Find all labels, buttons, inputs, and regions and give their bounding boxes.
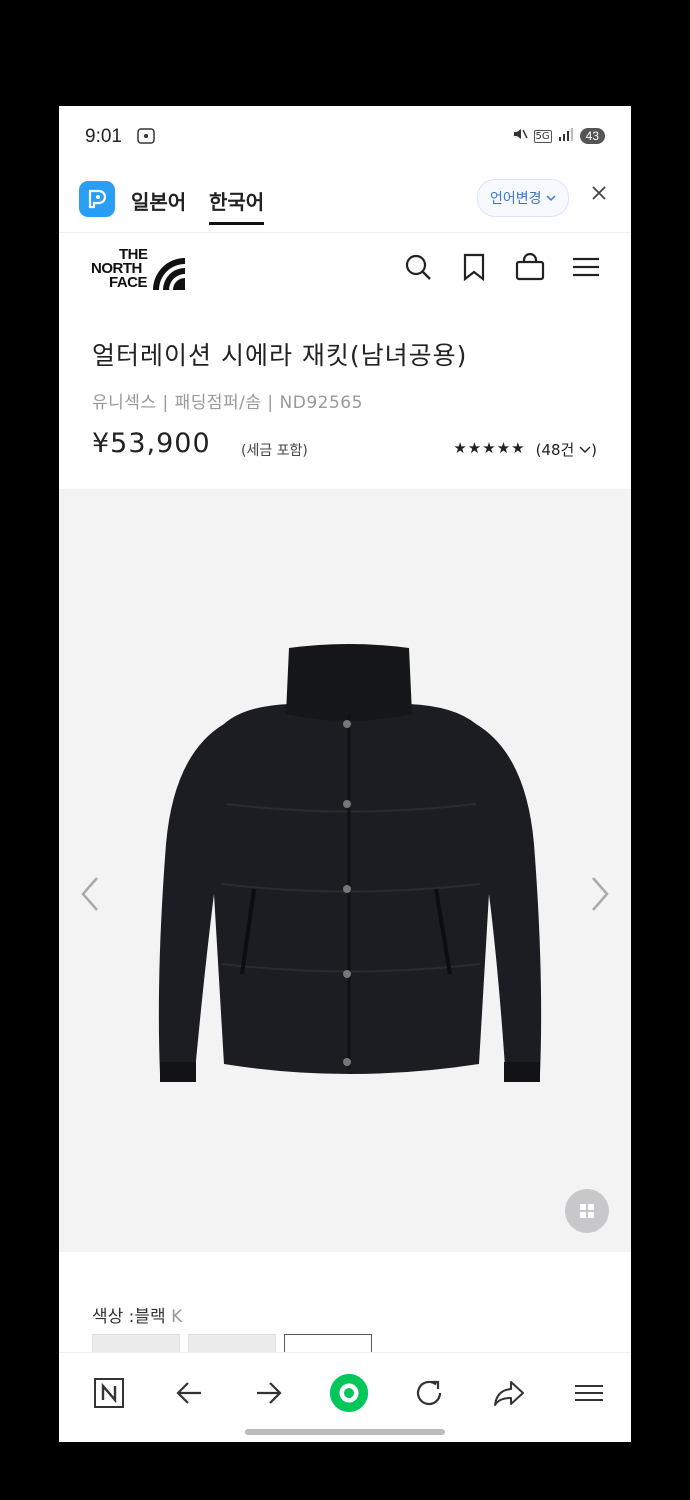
- battery-badge: 43: [579, 128, 605, 144]
- source-language-tab[interactable]: 일본어: [131, 186, 186, 215]
- grid-view-button[interactable]: [565, 1189, 609, 1233]
- grid-icon: [580, 1204, 594, 1218]
- color-code: K: [171, 1307, 183, 1327]
- chevron-down-icon: [579, 446, 591, 453]
- browser-bottom-bar: [59, 1352, 631, 1442]
- logo-line-3: FACE: [109, 274, 148, 291]
- chevron-right-icon[interactable]: [589, 874, 611, 924]
- product-title: 얼터레이션 시에라 재킷(남녀공용): [92, 341, 468, 370]
- target-language-tab[interactable]: 한국어: [209, 186, 265, 225]
- naver-home-icon[interactable]: [89, 1371, 129, 1415]
- change-language-button[interactable]: 언어변경: [477, 179, 569, 217]
- product-image-gallery[interactable]: [59, 489, 631, 1252]
- bookmark-icon[interactable]: [459, 252, 489, 282]
- phone-screen: 9:01 5G 43 일본어 한국어 언어변경 THE NORTH FACE 얼…: [59, 106, 631, 1442]
- rating-stars: ★★★★★: [453, 439, 526, 457]
- menu-icon[interactable]: [571, 252, 601, 282]
- tax-note: (세금 포함): [241, 443, 308, 459]
- change-language-label: 언어변경: [490, 191, 542, 207]
- browser-nav-buttons: [89, 1371, 609, 1415]
- status-bar: 9:01 5G 43: [59, 106, 631, 168]
- system-icons: 5G 43: [512, 126, 605, 146]
- header-icons: [403, 252, 601, 282]
- close-icon[interactable]: [591, 182, 607, 207]
- screenshot-icon: [137, 128, 155, 148]
- forward-arrow-icon[interactable]: [249, 1371, 289, 1415]
- product-price: ¥53,900: [92, 428, 211, 459]
- chevron-down-icon: [546, 190, 556, 206]
- chevron-left-icon[interactable]: [79, 874, 101, 924]
- rating[interactable]: ★★★★★ (48건 ): [453, 439, 597, 460]
- product-subtitle: 유니섹스 | 패딩점퍼/솜 | ND92565: [92, 393, 363, 413]
- gesture-handle: [245, 1429, 445, 1435]
- menu-icon[interactable]: [569, 1371, 609, 1415]
- translate-bar: 일본어 한국어 언어변경: [59, 168, 631, 233]
- status-time: 9:01: [85, 126, 122, 147]
- signal-icon: [558, 127, 574, 145]
- review-count: (48건 ): [536, 439, 597, 460]
- review-count-text: (48건: [535, 441, 575, 459]
- back-arrow-icon[interactable]: [169, 1371, 209, 1415]
- papago-app-icon: [79, 181, 115, 217]
- mute-icon: [512, 126, 528, 146]
- network-label: 5G: [533, 129, 552, 143]
- review-count-close: ): [591, 441, 597, 459]
- share-icon[interactable]: [489, 1371, 529, 1415]
- color-label-text: 색상 :블랙: [92, 1307, 166, 1327]
- north-face-logo[interactable]: THE NORTH FACE: [91, 246, 191, 292]
- search-icon[interactable]: [403, 252, 433, 282]
- refresh-icon[interactable]: [409, 1371, 449, 1415]
- green-dot-icon[interactable]: [329, 1371, 369, 1415]
- site-header: THE NORTH FACE: [59, 232, 631, 306]
- logo-dome-icon: [153, 258, 185, 290]
- bag-icon[interactable]: [515, 252, 545, 282]
- jacket-image: [158, 644, 542, 1082]
- color-label: 색상 :블랙 K: [92, 1302, 182, 1327]
